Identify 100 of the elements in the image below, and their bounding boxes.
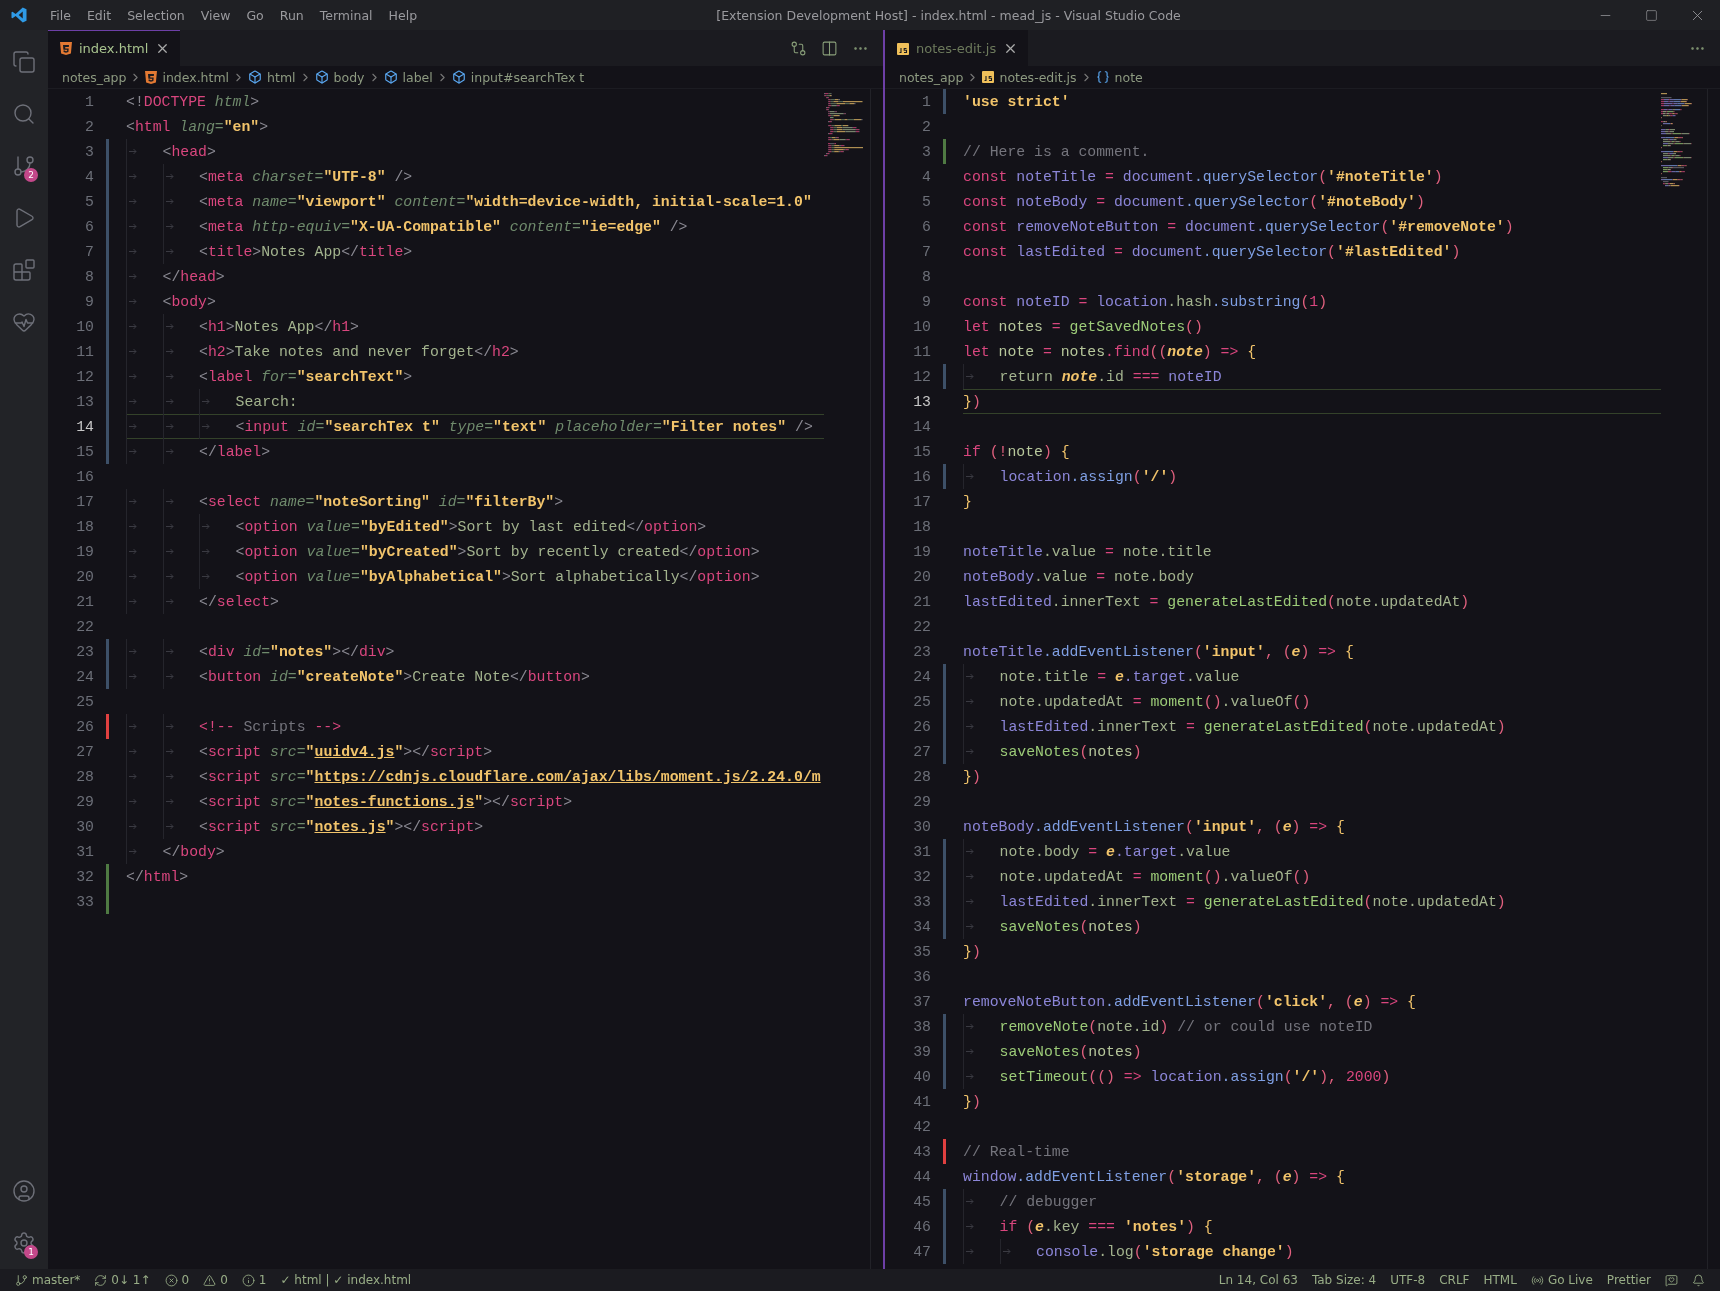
files-icon[interactable]: [12, 50, 36, 74]
whitespace-arrow-icon: [165, 373, 174, 380]
menu-item[interactable]: Terminal: [311, 7, 381, 23]
status-item[interactable]: 1: [258, 1273, 267, 1287]
whitespace-arrow-icon: [129, 523, 137, 530]
line-number: 32: [912, 868, 932, 885]
whitespace-arrow-icon: [966, 373, 974, 380]
editor-tab[interactable]: index.html: [48, 30, 181, 66]
whitespace-arrow-icon: [129, 423, 137, 430]
line-number: 6: [84, 218, 95, 235]
menu-item[interactable]: File: [42, 7, 79, 23]
line-number: 42: [912, 1118, 932, 1135]
whitespace-arrow-icon: [966, 898, 974, 905]
whitespace-arrow-icon: [165, 598, 174, 605]
heart-icon[interactable]: [12, 310, 36, 334]
notification-badge: 1: [24, 1245, 38, 1259]
line-number: 13: [912, 393, 932, 410]
breadcrumb-item[interactable]: notes_app: [62, 69, 127, 85]
whitespace-arrow-icon: [129, 748, 137, 755]
whitespace-arrow-icon: [129, 448, 137, 455]
status-item[interactable]: Go Live: [1547, 1273, 1593, 1287]
editor-tab[interactable]: notes-edit.js: [885, 30, 1029, 66]
whitespace-arrow-icon: [165, 323, 174, 330]
status-item[interactable]: UTF-8: [1390, 1273, 1426, 1287]
line-number: 8: [921, 268, 932, 285]
code-line: }): [963, 393, 981, 410]
breadcrumb-item[interactable]: body: [333, 69, 365, 85]
branch-icon: [15, 1273, 28, 1287]
feedback-icon[interactable]: [1665, 1273, 1678, 1287]
info-icon: [241, 1273, 255, 1287]
whitespace-arrow-icon: [966, 473, 974, 480]
breadcrumb-item[interactable]: notes-edit.js: [999, 69, 1077, 85]
menu-item[interactable]: Run: [271, 7, 312, 23]
menu-item[interactable]: Selection: [119, 7, 193, 23]
whitespace-arrow-icon: [966, 923, 974, 930]
code-line: <script src="https://cdnjs.cloudflare.com/ajax/libs/moment.js/2.24.0/m: [199, 768, 821, 785]
status-item[interactable]: ✓ html | ✓ index.html: [280, 1273, 412, 1287]
status-item[interactable]: master*: [32, 1273, 81, 1287]
account-icon[interactable]: [12, 1179, 36, 1203]
whitespace-arrow-icon: [202, 423, 211, 430]
maximize-icon[interactable]: [1644, 8, 1658, 22]
breadcrumb-item[interactable]: index.html: [162, 69, 230, 85]
line-number: 11: [912, 343, 932, 360]
line-number: 45: [912, 1193, 932, 1210]
menu-item[interactable]: Help: [380, 7, 426, 23]
whitespace-arrow-icon: [165, 748, 174, 755]
code-line: saveNotes(notes): [999, 743, 1142, 760]
code-line: noteTitle.value = note.title: [963, 543, 1212, 560]
code-line: const removeNoteButton = document.querySelector('#removeNote'): [963, 218, 1514, 235]
search-icon[interactable]: [12, 102, 36, 126]
line-number: 28: [75, 768, 95, 785]
code-line: noteBody.value = note.body: [963, 568, 1194, 585]
whitespace-arrow-icon: [966, 1073, 974, 1080]
split-editor-icon[interactable]: [821, 39, 838, 57]
status-item[interactable]: Tab Size: 4: [1311, 1273, 1377, 1287]
error-icon: [164, 1273, 178, 1287]
whitespace-arrow-icon: [165, 398, 174, 405]
breadcrumb-item[interactable]: note: [1114, 69, 1143, 85]
source-control-icon[interactable]: [12, 154, 36, 178]
status-item[interactable]: 0: [220, 1273, 228, 1287]
code-line: <meta name="viewport" content="width=device-width, initial-scale=1.0": [199, 193, 812, 210]
breadcrumb-item[interactable]: label: [402, 69, 433, 85]
breadcrumb-item[interactable]: input#searchTex t: [470, 69, 585, 85]
extensions-icon[interactable]: [12, 258, 36, 282]
whitespace-arrow-icon: [129, 798, 137, 805]
line-number: 17: [912, 493, 932, 510]
menu-item[interactable]: Go: [238, 7, 272, 23]
status-item[interactable]: Ln 14, Col 63: [1218, 1273, 1298, 1287]
code-line: if (e.key === 'notes') {: [999, 1218, 1213, 1235]
line-number: 29: [912, 793, 932, 810]
line-number: 5: [84, 193, 95, 210]
code-line: }): [963, 943, 981, 960]
code-line: <h2>Take notes and never forget</h2>: [199, 343, 519, 360]
status-item[interactable]: CRLF: [1439, 1273, 1470, 1287]
line-number: 47: [912, 1243, 932, 1260]
line-number: 2: [921, 118, 932, 135]
code-line: if (!note) {: [963, 443, 1070, 460]
code-line: note.body = e.target.value: [999, 843, 1231, 860]
line-number: 24: [75, 668, 95, 685]
breadcrumb-item[interactable]: html: [267, 69, 296, 85]
code-line: location.assign('/'): [999, 468, 1178, 485]
breadcrumb-item[interactable]: notes_app: [899, 69, 964, 85]
status-item[interactable]: HTML: [1483, 1273, 1517, 1287]
status-item[interactable]: 0: [181, 1273, 190, 1287]
whitespace-arrow-icon: [129, 723, 137, 730]
status-item[interactable]: Prettier: [1606, 1273, 1651, 1287]
code-line: <select name="noteSorting" id="filterBy">: [199, 493, 564, 510]
settings-icon[interactable]: [12, 1231, 36, 1255]
whitespace-arrow-icon: [165, 448, 174, 455]
code-line: note.updatedAt = moment().valueOf(): [999, 693, 1311, 710]
status-item[interactable]: 0↓ 1↑: [111, 1273, 151, 1287]
compare-changes-icon[interactable]: [790, 39, 807, 57]
line-number: 16: [75, 468, 95, 485]
bell-icon[interactable]: [1692, 1273, 1705, 1287]
line-number: 28: [912, 768, 932, 785]
line-number: 18: [912, 518, 932, 535]
menu-item[interactable]: View: [192, 7, 239, 23]
menu-item[interactable]: Edit: [78, 7, 120, 23]
line-number: 14: [912, 418, 932, 435]
html-file-icon: [60, 42, 72, 55]
